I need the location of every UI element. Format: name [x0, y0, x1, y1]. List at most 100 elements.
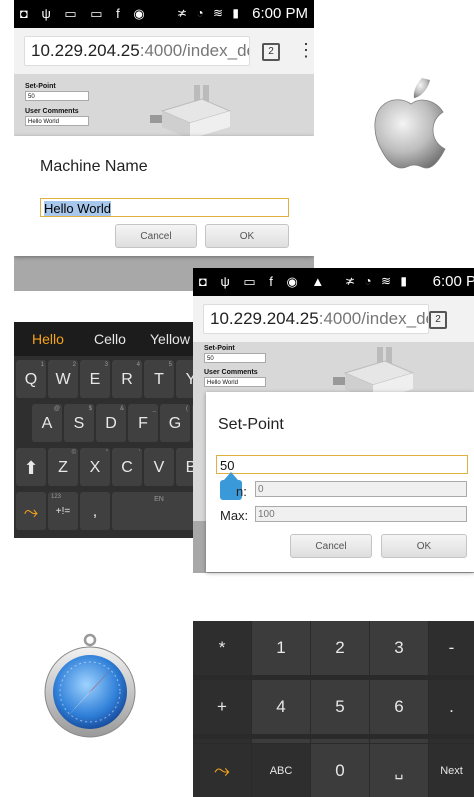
- status-time: 6:00 P: [432, 273, 474, 290]
- key-r[interactable]: 4R: [112, 360, 142, 398]
- suggestion-hello[interactable]: Hello: [32, 331, 64, 347]
- key-z[interactable]: © Z: [48, 448, 78, 486]
- key-label: F: [138, 415, 148, 432]
- suggestion-yellow[interactable]: Yellow: [150, 331, 190, 347]
- system-icons: ≭ ◔ ≋ ▮: [345, 274, 410, 288]
- tab-count-button[interactable]: 2: [262, 43, 280, 61]
- overflow-menu-icon[interactable]: ⋮: [297, 40, 314, 61]
- key-4[interactable]: 4: [252, 680, 310, 734]
- key-hint: ': [138, 450, 140, 456]
- selected-text: Hello World: [44, 201, 111, 216]
- key-period[interactable]: .: [429, 680, 474, 734]
- setpoint-label: Set-Point: [204, 345, 235, 352]
- address-bar[interactable]: 10.229.204.25:4000/index_debu: [203, 304, 429, 334]
- url-path: :4000/index_debu: [318, 309, 428, 328]
- comments-label: User Comments: [204, 369, 258, 376]
- key-hint: 2: [72, 362, 76, 368]
- key-2[interactable]: 2: [311, 621, 369, 675]
- max-label: Max:: [220, 508, 249, 523]
- next-key[interactable]: Next: [429, 744, 474, 797]
- key-asterisk[interactable]: *: [193, 621, 251, 675]
- key-label: S: [73, 415, 85, 432]
- key-hint: 1: [40, 362, 44, 368]
- cancel-button[interactable]: Cancel: [115, 224, 197, 248]
- address-bar[interactable]: 10.229.204.25:4000/index_debu: [24, 36, 250, 66]
- notification-icons: ◘ ψ ▭ ▭ f ◉: [20, 6, 150, 21]
- key-label: Z: [58, 459, 68, 476]
- key-label: W: [55, 371, 71, 388]
- key-hint: @: [53, 406, 60, 412]
- space-key[interactable]: EN: [112, 492, 206, 530]
- comments-field[interactable]: Hello World: [25, 116, 89, 126]
- key-label: D: [105, 415, 117, 432]
- key-e[interactable]: 3E: [80, 360, 110, 398]
- comments-field[interactable]: Hello World: [204, 377, 266, 387]
- key-g[interactable]: (G: [160, 404, 190, 442]
- safari-compass-icon: [44, 633, 136, 738]
- key-0[interactable]: 0: [311, 744, 369, 797]
- key-label: V: [153, 459, 165, 476]
- url-path: :4000/index_debu: [139, 41, 249, 60]
- swype-icon: ⤳: [214, 760, 230, 782]
- swype-key[interactable]: ⤳: [16, 492, 46, 530]
- key-q[interactable]: 1Q: [16, 360, 46, 398]
- dialog-title: Set-Point: [218, 416, 284, 433]
- key-hint: ": [105, 450, 108, 456]
- key-label: A: [41, 415, 53, 432]
- url-host: 10.229.204.25: [31, 41, 140, 60]
- key-hint: ©: [71, 450, 76, 456]
- machine-name-dialog: Machine Name Hello World Cancel OK: [14, 136, 314, 256]
- status-bar: ◘ ψ ▭ f ◉ ▲ ≭ ◔ ≋ ▮ 6:00 P: [193, 268, 474, 296]
- key-t[interactable]: 5T: [144, 360, 174, 398]
- comma-key[interactable]: ,: [80, 492, 110, 530]
- phone-screen-numeric-entry: ◘ ψ ▭ f ◉ ▲ ≭ ◔ ≋ ▮ 6:00 P 10.229.204.25…: [193, 268, 474, 797]
- browser-toolbar: 10.229.204.25:4000/index_debu 2 ⋮: [193, 296, 474, 343]
- suggestion-cello[interactable]: Cello: [94, 331, 126, 347]
- abc-key[interactable]: ABC: [252, 744, 310, 797]
- setpoint-field[interactable]: 50: [204, 353, 266, 363]
- shift-arrow-icon: ⬆: [23, 458, 39, 478]
- symbols-key[interactable]: 123 +!=: [48, 492, 78, 530]
- key-d[interactable]: & D: [96, 404, 126, 442]
- apple-logo-icon: [374, 78, 446, 169]
- key-3[interactable]: 3: [370, 621, 428, 675]
- key-hint: 4: [136, 362, 140, 368]
- overflow-menu-icon[interactable]: ⋮: [467, 308, 474, 329]
- shift-key[interactable]: ⬆: [16, 448, 46, 486]
- setpoint-field[interactable]: 50: [25, 91, 89, 101]
- key-label: Q: [24, 371, 38, 388]
- key-6[interactable]: 6: [370, 680, 428, 734]
- key-hint: EN: [154, 496, 164, 503]
- swype-key[interactable]: ⤳: [193, 744, 251, 797]
- key-1[interactable]: 1: [252, 621, 310, 675]
- key-a[interactable]: @ A: [32, 404, 62, 442]
- key-hint: 5: [168, 362, 172, 368]
- machine-name-input[interactable]: Hello World: [40, 198, 289, 217]
- space-key[interactable]: ␣: [370, 744, 428, 797]
- key-5[interactable]: 5: [311, 680, 369, 734]
- url-host: 10.229.204.25: [210, 309, 319, 328]
- key-c[interactable]: ' C: [112, 448, 142, 486]
- key-f[interactable]: _ F: [128, 404, 158, 442]
- key-x[interactable]: " X: [80, 448, 110, 486]
- setpoint-label: Set-Point: [25, 83, 56, 90]
- key-s[interactable]: $ S: [64, 404, 94, 442]
- notification-icons: ◘ ψ ▭ f ◉ ▲: [199, 274, 330, 289]
- key-hint: (: [186, 406, 188, 412]
- cancel-button[interactable]: Cancel: [290, 534, 372, 558]
- key-label: X: [89, 459, 101, 476]
- key-v[interactable]: V: [144, 448, 174, 486]
- setpoint-input[interactable]: 50: [216, 455, 468, 474]
- key-label: E: [89, 371, 101, 388]
- max-field: 100: [255, 506, 467, 522]
- system-icons: ≭ ◔ ≋ ▮: [177, 6, 242, 20]
- ok-button[interactable]: OK: [381, 534, 467, 558]
- key-label: C: [121, 459, 133, 476]
- key-label: G: [168, 415, 182, 432]
- key-plus[interactable]: +: [193, 680, 251, 734]
- key-minus[interactable]: -: [429, 621, 474, 675]
- key-w[interactable]: 2W: [48, 360, 78, 398]
- ok-button[interactable]: OK: [205, 224, 289, 248]
- tab-count-button[interactable]: 2: [429, 311, 447, 329]
- comments-label: User Comments: [25, 108, 79, 115]
